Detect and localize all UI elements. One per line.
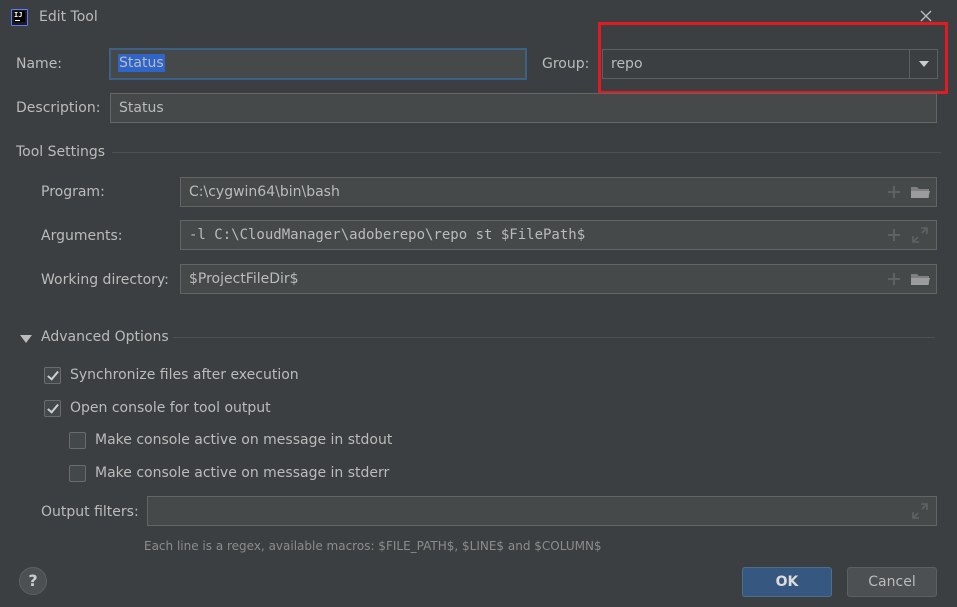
highlight-annotation-box <box>598 22 948 94</box>
program-input[interactable]: C:\cygwin64\bin\bash <box>180 177 937 207</box>
program-label: Program: <box>41 184 105 200</box>
intellij-app-icon: IJ <box>11 9 28 26</box>
add-macro-icon[interactable] <box>885 270 903 288</box>
arguments-input[interactable]: -l C:\CloudManager\adoberepo\repo st $Fi… <box>180 220 937 250</box>
working-directory-input[interactable]: $ProjectFileDir$ <box>180 264 937 294</box>
expand-icon[interactable] <box>911 226 929 244</box>
add-macro-icon[interactable] <box>885 183 903 201</box>
console-active-stderr-label[interactable]: Make console active on message in stderr <box>95 465 389 481</box>
sync-files-label[interactable]: Synchronize files after execution <box>70 367 299 383</box>
folder-browse-icon[interactable] <box>910 270 931 288</box>
console-active-stdout-checkbox[interactable] <box>69 432 86 449</box>
folder-browse-icon[interactable] <box>910 183 931 201</box>
add-macro-icon[interactable] <box>885 226 903 244</box>
cancel-button[interactable]: Cancel <box>847 567 937 597</box>
description-input[interactable]: Status <box>110 93 937 123</box>
ok-button[interactable]: OK <box>742 567 832 597</box>
output-filters-input[interactable] <box>147 496 937 526</box>
tool-settings-title: Tool Settings <box>16 144 106 160</box>
help-button[interactable]: ? <box>19 567 47 595</box>
arguments-input-value: -l C:\CloudManager\adoberepo\repo st $Fi… <box>189 227 586 243</box>
expand-icon[interactable] <box>911 502 929 520</box>
name-label: Name: <box>16 56 63 72</box>
console-active-stdout-label[interactable]: Make console active on message in stdout <box>95 432 392 448</box>
advanced-options-title[interactable]: Advanced Options <box>41 329 169 345</box>
working-directory-input-value: $ProjectFileDir$ <box>189 271 299 287</box>
collapse-triangle-icon[interactable] <box>19 332 33 348</box>
console-active-stderr-checkbox[interactable] <box>69 465 86 482</box>
name-input-value: Status <box>118 54 165 72</box>
open-console-label[interactable]: Open console for tool output <box>70 400 271 416</box>
arguments-label: Arguments: <box>41 228 123 244</box>
window-title: Edit Tool <box>39 9 98 25</box>
sync-files-checkbox[interactable] <box>44 367 61 384</box>
advanced-options-divider <box>173 337 935 338</box>
tool-settings-divider <box>112 152 941 153</box>
name-input[interactable]: Status <box>109 48 527 80</box>
open-console-checkbox[interactable] <box>44 400 61 417</box>
working-directory-label: Working directory: <box>41 272 169 288</box>
output-filters-label: Output filters: <box>41 504 139 520</box>
output-filters-hint: Each line is a regex, available macros: … <box>144 539 602 553</box>
group-label: Group: <box>542 56 590 72</box>
description-label: Description: <box>16 100 101 116</box>
program-input-value: C:\cygwin64\bin\bash <box>189 184 340 200</box>
